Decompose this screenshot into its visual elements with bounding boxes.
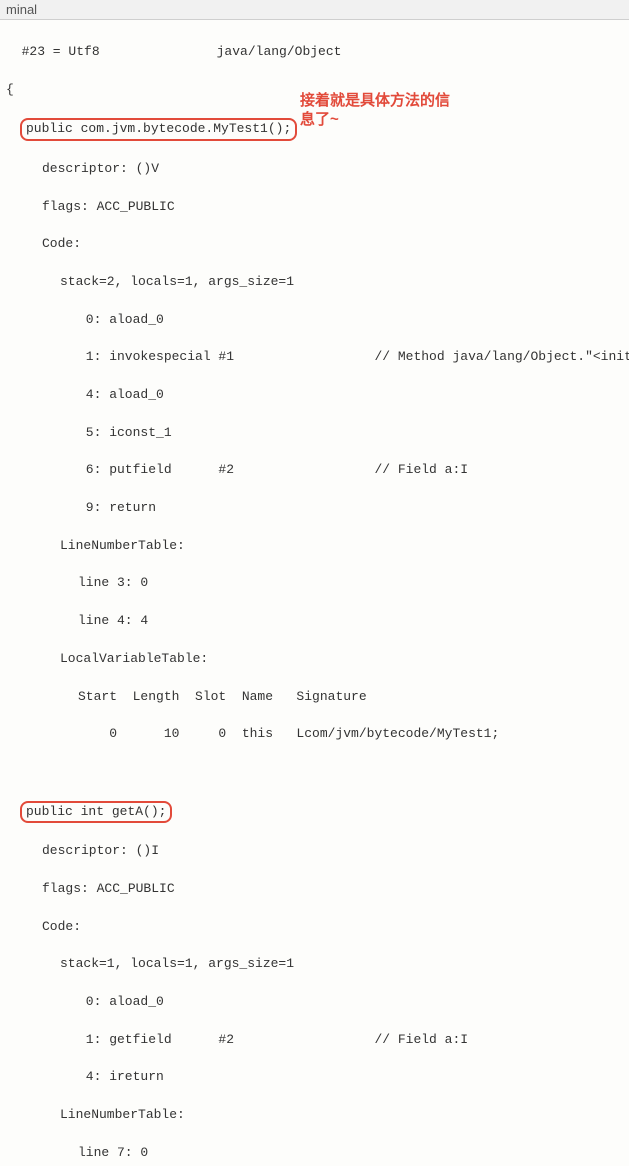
lvt-row: 0 10 0 this Lcom/jvm/bytecode/MyTest1; bbox=[2, 725, 627, 744]
annotation-text-2: 息了~ bbox=[300, 111, 339, 128]
bytecode-line: 1: getfield #2 // Field a:I bbox=[2, 1031, 627, 1050]
annotation-text-1: 接着就是具体方法的信 bbox=[300, 92, 450, 109]
lvt-label: LocalVariableTable: bbox=[2, 650, 627, 669]
stack-line: stack=2, locals=1, args_size=1 bbox=[2, 273, 627, 292]
flags-line: flags: ACC_PUBLIC bbox=[2, 880, 627, 899]
code-output: #23 = Utf8 java/lang/Object { public com… bbox=[0, 20, 629, 1166]
lnt-entry: line 7: 0 bbox=[2, 1144, 627, 1163]
code-label: Code: bbox=[2, 235, 627, 254]
const-pool-line: #23 = Utf8 java/lang/Object bbox=[2, 43, 627, 62]
bytecode-line: 5: iconst_1 bbox=[2, 424, 627, 443]
bytecode-line: 0: aload_0 bbox=[2, 311, 627, 330]
lvt-header: Start Length Slot Name Signature bbox=[2, 688, 627, 707]
descriptor-line: descriptor: ()I bbox=[2, 842, 627, 861]
lnt-entry: line 3: 0 bbox=[2, 574, 627, 593]
lnt-label: LineNumberTable: bbox=[2, 1106, 627, 1125]
bytecode-line: 4: ireturn bbox=[2, 1068, 627, 1087]
blank-line bbox=[2, 763, 627, 782]
stack-line: stack=1, locals=1, args_size=1 bbox=[2, 955, 627, 974]
window-title: minal bbox=[6, 2, 37, 17]
bytecode-line: 4: aload_0 bbox=[2, 386, 627, 405]
lnt-label: LineNumberTable: bbox=[2, 537, 627, 556]
flags-line: flags: ACC_PUBLIC bbox=[2, 198, 627, 217]
code-label: Code: bbox=[2, 918, 627, 937]
bytecode-line: 9: return bbox=[2, 499, 627, 518]
highlight-box: public int getA(); bbox=[20, 801, 172, 824]
descriptor-line: descriptor: ()V bbox=[2, 160, 627, 179]
method-signature-geta: public int getA(); bbox=[2, 801, 627, 824]
window-titlebar: minal bbox=[0, 0, 629, 20]
highlight-box: public com.jvm.bytecode.MyTest1(); bbox=[20, 118, 297, 141]
annotation-callout: 接着就是具体方法的信 息了~ bbox=[300, 92, 450, 130]
bytecode-line: 1: invokespecial #1 // Method java/lang/… bbox=[2, 348, 627, 367]
bytecode-line: 6: putfield #2 // Field a:I bbox=[2, 461, 627, 480]
lnt-entry: line 4: 4 bbox=[2, 612, 627, 631]
bytecode-line: 0: aload_0 bbox=[2, 993, 627, 1012]
